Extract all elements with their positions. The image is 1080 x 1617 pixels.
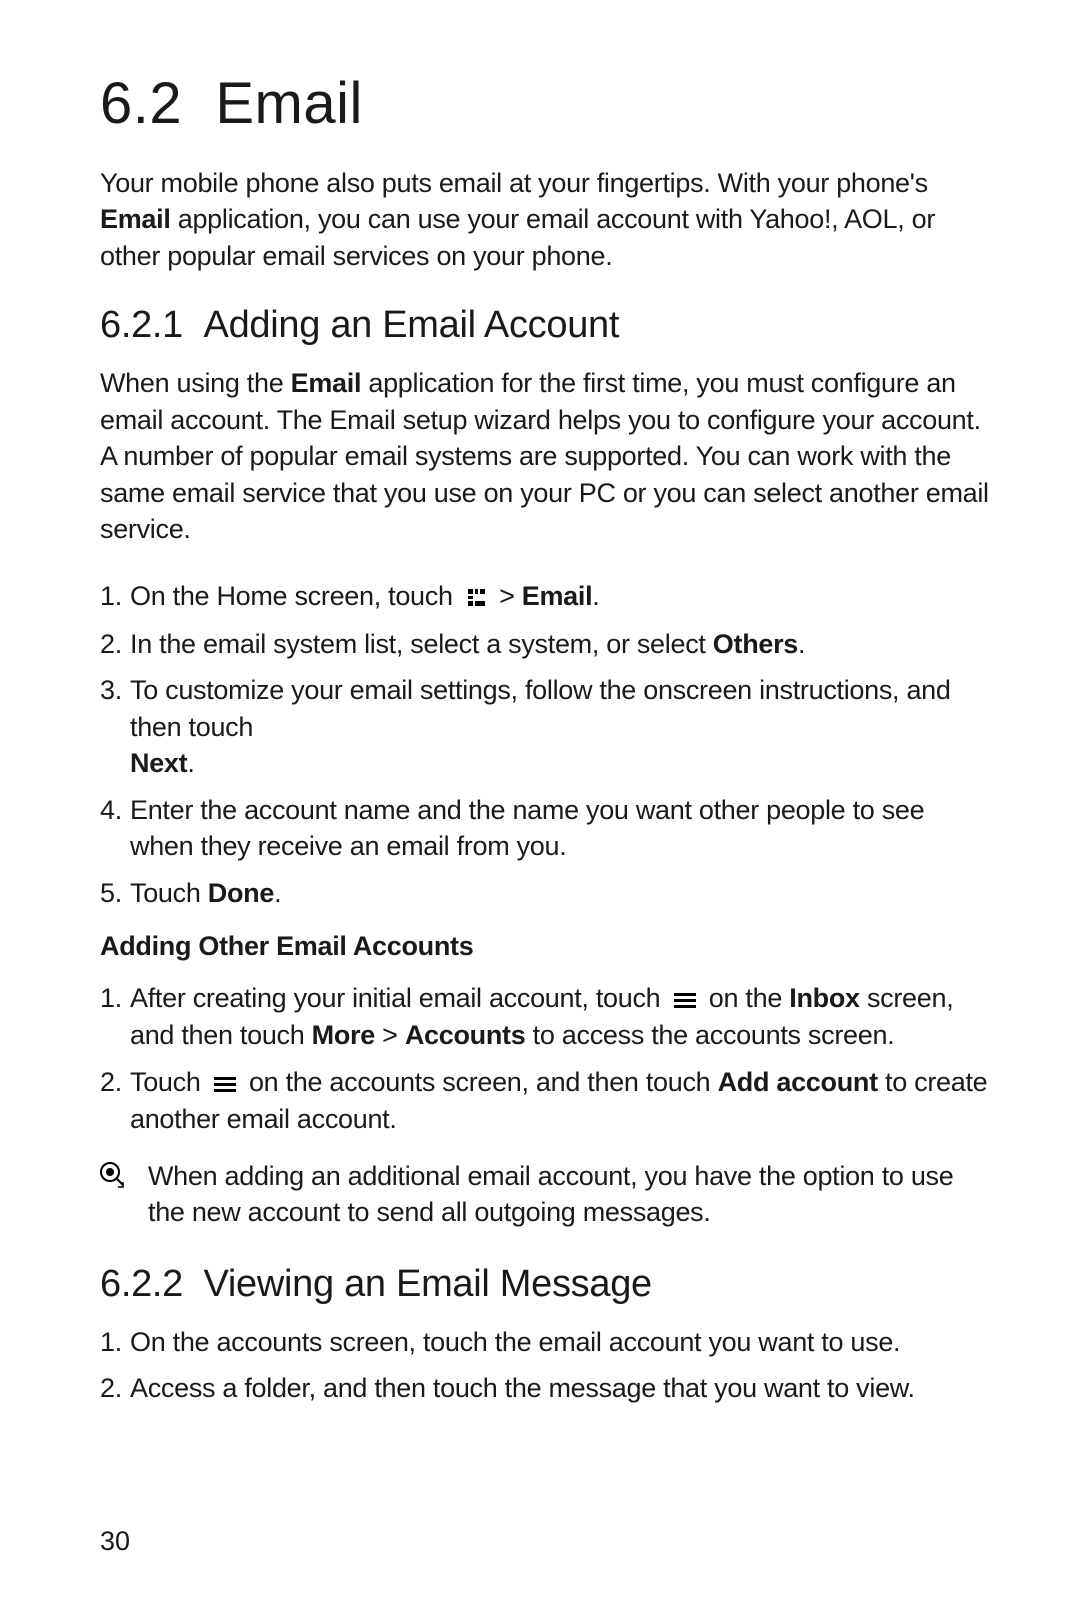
intro-bold: Email [100, 204, 171, 234]
step-text: Touch [130, 878, 208, 908]
step-mid: on the accounts screen, and then touch [242, 1067, 718, 1097]
step-bold: Add account [718, 1067, 878, 1097]
step-bold: More [312, 1020, 375, 1050]
step-post: to access the accounts screen. [525, 1020, 894, 1050]
section-title-text: Email [215, 71, 363, 136]
sub621-intro-pre: When using the [100, 368, 291, 398]
sub-heading-other-accounts: Adding Other Email Accounts [100, 931, 990, 962]
note-text: When adding an additional email account,… [140, 1158, 990, 1231]
step-item: Touch Done. [100, 875, 990, 911]
intro-post: application, you can use your email acco… [100, 204, 935, 270]
step-post: . [798, 629, 805, 659]
menu-icon [214, 1065, 236, 1101]
subsection-621-intro: When using the Email application for the… [100, 365, 990, 547]
intro-pre: Your mobile phone also puts email at you… [100, 168, 928, 198]
manual-page: 6.2 Email Your mobile phone also puts em… [0, 0, 1080, 1617]
step-sep: > [375, 1020, 405, 1050]
subsection-622-title: 6.2.2 Viewing an Email Message [100, 1263, 990, 1306]
step-bold: Others [713, 629, 798, 659]
step-item: Enter the account name and the name you … [100, 792, 990, 865]
step-item: To customize your email settings, follow… [100, 672, 990, 781]
subsection-title-text: Adding an Email Account [204, 304, 620, 346]
step-item: Touch on the accounts screen, and then t… [100, 1064, 990, 1138]
step-post: . [274, 878, 281, 908]
step-item: On the accounts screen, touch the email … [100, 1324, 990, 1360]
steps-list-621: On the Home screen, touch > Email. In th… [100, 578, 990, 912]
steps-list-other: After creating your initial email accoun… [100, 980, 990, 1138]
subsection-number: 6.2.2 [100, 1263, 183, 1305]
step-text: Enter the account name and the name you … [130, 795, 924, 861]
subsection-621-title: 6.2.1 Adding an Email Account [100, 304, 990, 347]
page-number: 30 [100, 1526, 130, 1557]
section-number: 6.2 [100, 71, 182, 136]
subsection-title-text: Viewing an Email Message [204, 1263, 652, 1305]
step-text: Touch [130, 1067, 208, 1097]
step-text: To customize your email settings, follow… [130, 675, 951, 741]
section-title: 6.2 Email [100, 70, 990, 137]
step-item: Access a folder, and then touch the mess… [100, 1370, 990, 1406]
section-intro: Your mobile phone also puts email at you… [100, 165, 990, 274]
step-text: Access a folder, and then touch the mess… [130, 1373, 915, 1403]
step-mid: > [492, 581, 522, 611]
steps-list-622: On the accounts screen, touch the email … [100, 1324, 990, 1407]
note-icon [100, 1161, 126, 1197]
subsection-number: 6.2.1 [100, 304, 183, 346]
step-bold: Accounts [405, 1020, 526, 1050]
step-item: In the email system list, select a syste… [100, 626, 990, 662]
step-post: . [592, 581, 599, 611]
step-bold: Done [208, 878, 274, 908]
step-text: In the email system list, select a syste… [130, 629, 713, 659]
step-bold: Next [130, 748, 187, 778]
step-text: After creating your initial email accoun… [130, 983, 668, 1013]
step-bold: Email [522, 581, 593, 611]
sub621-intro-bold: Email [291, 368, 362, 398]
note-block: When adding an additional email account,… [100, 1158, 990, 1231]
menu-icon [674, 981, 696, 1017]
step-item: On the Home screen, touch > Email. [100, 578, 990, 616]
step-post: . [187, 748, 194, 778]
step-item: After creating your initial email accoun… [100, 980, 990, 1054]
step-mid: on the [702, 983, 790, 1013]
step-bold: Inbox [789, 983, 860, 1013]
step-text: On the Home screen, touch [130, 581, 460, 611]
apps-icon [466, 580, 486, 616]
step-text: On the accounts screen, touch the email … [130, 1327, 900, 1357]
